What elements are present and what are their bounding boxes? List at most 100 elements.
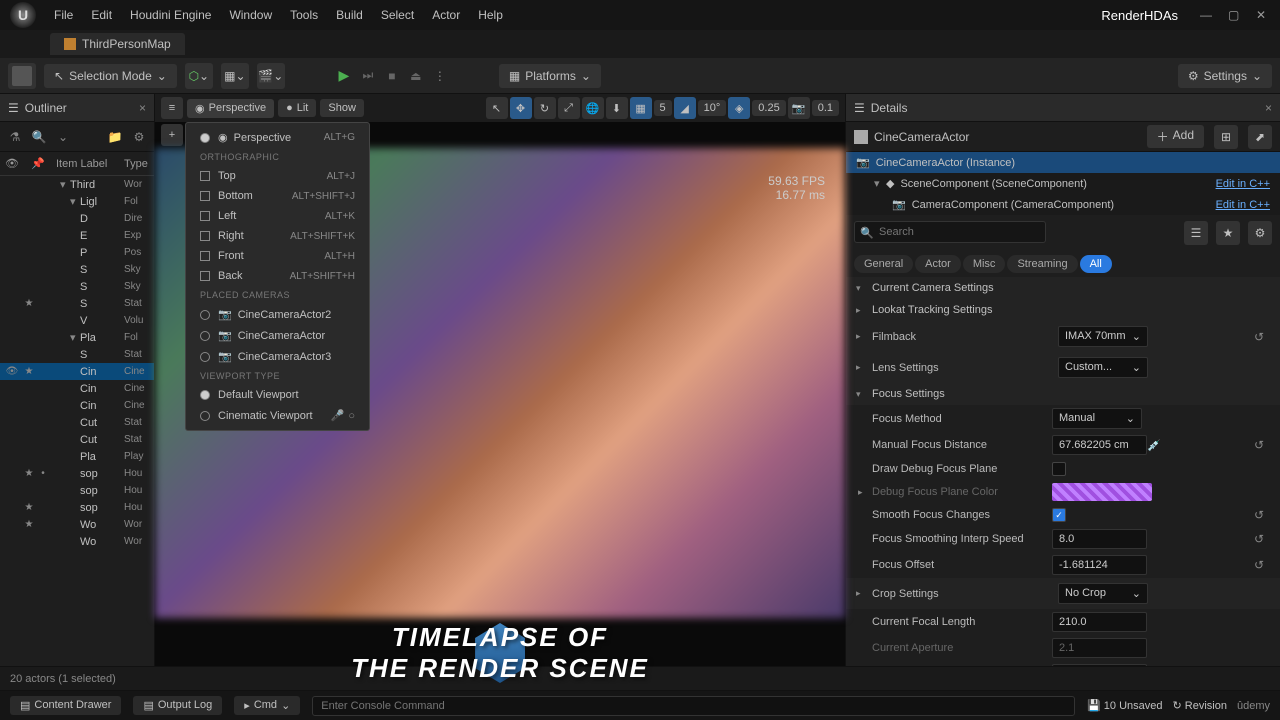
section-camera-settings[interactable]: ▾Current Camera Settings [846,277,1280,299]
outliner-row[interactable]: ★•sopHou [0,465,154,482]
menu-file[interactable]: File [54,8,73,22]
outliner-row[interactable]: CinCine [0,380,154,397]
camera-component-row[interactable]: 📷 CameraComponent (CameraComponent) Edit… [846,194,1280,215]
play-button[interactable]: ▶ [333,65,355,87]
platforms-button[interactable]: ▦ Platforms ⌄ [499,64,601,88]
settings-icon[interactable]: ⚙ [1248,221,1272,245]
menu-left[interactable]: LeftALT+K [186,206,369,226]
outliner-row[interactable]: ★SStat [0,295,154,312]
maximize-icon[interactable]: ▢ [1228,8,1242,22]
menu-build[interactable]: Build [336,8,363,22]
menu-tools[interactable]: Tools [290,8,318,22]
section-crop[interactable]: ▸Crop SettingsNo Crop⌄ [846,578,1280,609]
outliner-row[interactable]: SSky [0,278,154,295]
manual-distance-input[interactable]: 67.682205 cm [1052,435,1147,455]
menu-front[interactable]: FrontALT+H [186,246,369,266]
reset-icon[interactable]: ↺ [1254,508,1270,522]
menu-cinecamera[interactable]: 📷CineCameraActor [186,325,369,346]
crop-select[interactable]: No Crop⌄ [1058,583,1148,604]
viewport-options-icon[interactable]: ≡ [161,97,183,119]
smooth-focus-checkbox[interactable]: ✓ [1052,508,1066,522]
render-hdas-label[interactable]: RenderHDAs [1101,8,1178,23]
menu-bottom[interactable]: BottomALT+SHIFT+J [186,186,369,206]
camera-speed-icon[interactable]: 📷 [788,97,810,119]
type-header[interactable]: Type [124,158,154,170]
debug-color-swatch[interactable] [1052,483,1152,501]
grid-snap-icon[interactable]: ▦ [630,97,652,119]
outliner-row[interactable]: CutStat [0,414,154,431]
item-label-header[interactable]: Item Label [52,158,124,170]
section-filmback[interactable]: ▸FilmbackIMAX 70mm⌄↺ [846,321,1280,352]
folder-icon[interactable]: 📁 [106,128,124,146]
dropdown-icon[interactable]: ⌄ [54,128,72,146]
reset-icon[interactable]: ↺ [1254,330,1270,344]
outliner-row[interactable]: CinCine [0,397,154,414]
menu-select[interactable]: Select [381,8,414,22]
add-content-button[interactable]: ⬡⌄ [185,63,213,89]
tab-actor[interactable]: Actor [915,255,961,273]
arrow-down-icon[interactable]: ▾ [874,177,886,190]
outliner-row[interactable]: PlaPlay [0,448,154,465]
reset-icon[interactable]: ↺ [1254,532,1270,546]
blueprint-button[interactable]: ▦⌄ [221,63,249,89]
edit-cpp-link[interactable]: Edit in C++ [1216,199,1270,211]
focus-offset-input[interactable]: -1.681124 [1052,555,1147,575]
add-actor-icon[interactable]: + [161,124,183,146]
angle-snap-icon[interactable]: ◢ [674,97,696,119]
menu-default-viewport[interactable]: Default Viewport [186,385,369,405]
output-log-button[interactable]: ▤Output Log [133,696,222,715]
menu-cinecamera3[interactable]: 📷CineCameraActor3 [186,346,369,367]
component-instance-row[interactable]: 📷 CineCameraActor (Instance) [846,152,1280,173]
console-input[interactable] [312,696,1075,716]
scale-tool-icon[interactable]: ⤢ [558,97,580,119]
edit-cpp-link[interactable]: Edit in C++ [1216,178,1270,190]
close-icon[interactable]: ✕ [1256,8,1270,22]
tab-streaming[interactable]: Streaming [1007,255,1077,273]
outliner-row[interactable]: ▾PlaFol [0,329,154,346]
outliner-row[interactable]: ▾LiglFol [0,193,154,210]
search-icon[interactable]: 🔍 [30,128,48,146]
menu-back[interactable]: BackALT+SHIFT+H [186,266,369,286]
filter-icon[interactable]: ⚗ [6,128,24,146]
tab-general[interactable]: General [854,255,913,273]
world-local-icon[interactable]: 🌐 [582,97,604,119]
scene-component-row[interactable]: ▾ ◆ SceneComponent (SceneComponent) Edit… [846,173,1280,194]
surface-snap-icon[interactable]: ⬇ [606,97,628,119]
pin-column-icon[interactable]: 📌 [24,157,52,170]
settings-button[interactable]: ⚙ Settings ⌄ [1178,64,1272,88]
outliner-row[interactable]: DDire [0,210,154,227]
outliner-row[interactable]: ▾ThirdWor [0,176,154,193]
outliner-row[interactable]: WoWor [0,533,154,550]
lens-select[interactable]: Custom...⌄ [1058,357,1148,378]
menu-edit[interactable]: Edit [91,8,112,22]
draw-debug-checkbox[interactable] [1052,462,1066,476]
tab-all[interactable]: All [1080,255,1112,273]
section-focus[interactable]: ▾Focus Settings [846,383,1280,405]
cmd-button[interactable]: ▸Cmd⌄ [234,696,300,715]
translate-tool-icon[interactable]: ✥ [510,97,532,119]
outliner-row[interactable]: ★WoWor [0,516,154,533]
content-drawer-button[interactable]: ▤Content Drawer [10,696,121,715]
outliner-row[interactable]: sopHou [0,482,154,499]
map-tab[interactable]: ThirdPersonMap [50,33,185,55]
cinematics-button[interactable]: 🎬⌄ [257,63,285,89]
lit-dropdown[interactable]: ● Lit [278,99,316,117]
details-search-input[interactable] [854,221,1046,243]
gear-icon[interactable]: ⚙ [130,128,148,146]
menu-top[interactable]: TopALT+J [186,166,369,186]
focus-method-select[interactable]: Manual⌄ [1052,408,1142,429]
revision-label[interactable]: ↻ Revision [1173,699,1227,712]
outliner-row[interactable]: SSky [0,261,154,278]
perspective-dropdown[interactable]: ◉ Perspective [187,99,274,118]
stop-button[interactable]: ■ [381,65,403,87]
menu-perspective[interactable]: ◉ Perspective ALT+G [186,127,369,148]
menu-cinematic-viewport[interactable]: Cinematic Viewport🎤○ [186,405,369,426]
menu-cinecamera2[interactable]: 📷CineCameraActor2 [186,304,369,325]
details-close-icon[interactable]: × [1265,101,1272,115]
reset-icon[interactable]: ↺ [1254,558,1270,572]
menu-actor[interactable]: Actor [432,8,460,22]
scale-snap-icon[interactable]: ◈ [728,97,750,119]
smooth-speed-input[interactable]: 8.0 [1052,529,1147,549]
unsaved-label[interactable]: 💾 10 Unsaved [1087,699,1162,712]
outliner-row[interactable]: CutStat [0,431,154,448]
